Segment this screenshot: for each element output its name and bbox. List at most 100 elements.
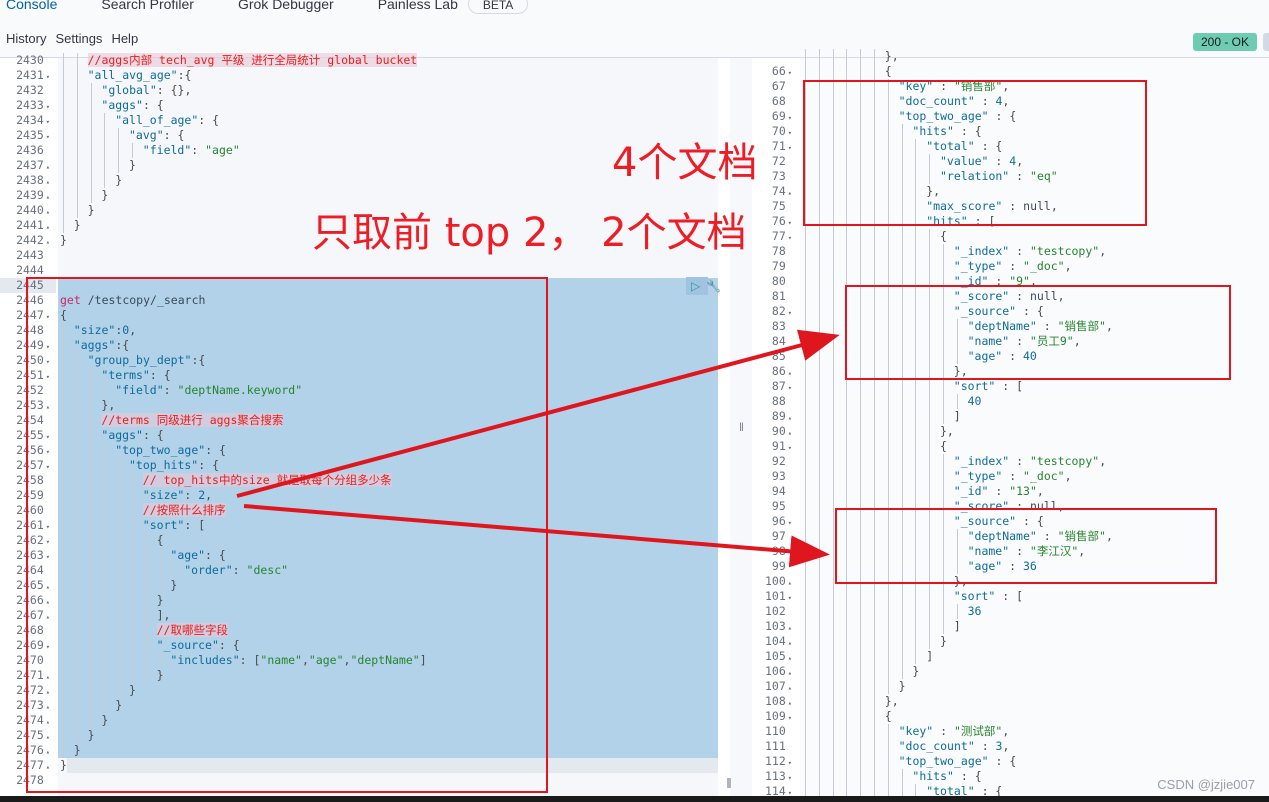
line-number[interactable]: 2441 ▴ — [0, 218, 56, 233]
line-number[interactable]: 69 ▾ — [752, 109, 798, 124]
line-number[interactable]: 89 ▴ — [752, 409, 798, 424]
line-number[interactable]: 2434 ▾ — [0, 113, 56, 128]
indent-guide — [818, 589, 820, 604]
code-line: } — [912, 664, 920, 678]
code-line[interactable]: } — [101, 188, 108, 203]
send-request-button[interactable]: ▷ — [686, 277, 708, 295]
indent-guide — [887, 424, 889, 439]
line-number[interactable]: 76 ▾ — [752, 214, 798, 229]
indent-guide — [901, 454, 903, 469]
code-line[interactable]: } — [115, 173, 122, 188]
indent-guide — [76, 68, 78, 83]
indent-guide — [818, 574, 820, 589]
help-menu[interactable]: Help — [111, 31, 138, 46]
indent-guide — [805, 514, 806, 529]
line-number[interactable]: 105 ▴ — [752, 649, 798, 664]
indent-guide — [874, 424, 875, 439]
code-line[interactable]: "field": "age" — [143, 143, 240, 158]
watermark: CSDN @jzjie007 — [1157, 777, 1255, 792]
tab-console[interactable]: Console — [0, 0, 72, 22]
indent-guide — [887, 619, 889, 634]
indent-guide — [805, 49, 806, 64]
line-number[interactable]: 112 ▾ — [752, 754, 798, 769]
indent-guide — [805, 724, 806, 739]
line-number[interactable]: 100 ▴ — [752, 574, 798, 589]
tab-search-profiler[interactable]: Search Profiler — [101, 0, 194, 12]
indent-guide — [929, 409, 931, 424]
indent-guide — [832, 64, 834, 79]
line-number[interactable]: 2431 ▾ — [0, 68, 56, 83]
line-number: 98▾ — [771, 544, 786, 558]
indent-guide — [901, 244, 903, 259]
indent-guide — [818, 334, 820, 349]
code-line[interactable]: } — [129, 158, 136, 173]
code-line[interactable]: "all_avg_age":{ — [88, 68, 192, 83]
request-scrollbar[interactable] — [727, 778, 731, 788]
indent-guide — [860, 709, 862, 724]
line-number[interactable]: 87 ▾ — [752, 379, 798, 394]
indent-guide — [901, 424, 903, 439]
tab-grok-debugger[interactable]: Grok Debugger — [238, 0, 334, 12]
line-number[interactable]: 108 ▴ — [752, 694, 798, 709]
indent-guide — [818, 649, 820, 664]
line-number[interactable]: 96 ▾ — [752, 514, 798, 529]
indent-guide — [63, 158, 64, 173]
indent-guide — [818, 724, 820, 739]
line-number[interactable]: 86 ▴ — [752, 364, 798, 379]
line-number[interactable]: 113 ▾ — [752, 769, 798, 784]
line-number[interactable]: 2439 ▴ — [0, 188, 56, 203]
indent-guide — [874, 409, 875, 424]
line-number[interactable]: 101 ▾ — [752, 589, 798, 604]
line-number[interactable]: 109 ▾ — [752, 709, 798, 724]
indent-guide — [818, 499, 820, 514]
line-number[interactable]: 2438 ▴ — [0, 173, 56, 188]
line-number[interactable]: 2440 ▴ — [0, 203, 56, 218]
code-line[interactable]: "aggs": { — [101, 98, 163, 113]
code-line[interactable]: "global": {}, — [101, 83, 191, 98]
indent-guide — [929, 424, 931, 439]
indent-guide — [943, 469, 944, 484]
indent-guide — [63, 83, 64, 98]
line-number[interactable]: 103 ▴ — [752, 619, 798, 634]
line-number[interactable]: 66 ▾ — [752, 64, 798, 79]
code-line[interactable]: "avg": { — [129, 128, 184, 143]
tab-painless-lab[interactable]: Painless Lab — [378, 0, 458, 12]
indent-guide — [860, 64, 862, 79]
indent-guide — [874, 49, 875, 64]
wrench-icon[interactable]: 🔧 — [706, 279, 721, 293]
indent-guide — [860, 379, 862, 394]
history-menu[interactable]: History — [6, 31, 46, 46]
pane-resize-handle[interactable]: ‖ — [739, 420, 744, 434]
line-number[interactable]: 2433 ▾ — [0, 98, 56, 113]
code-line[interactable]: } — [88, 203, 95, 218]
code-line[interactable]: } — [74, 218, 81, 233]
indent-guide — [90, 173, 92, 188]
indent-guide — [887, 244, 889, 259]
line-number[interactable]: 74 ▴ — [752, 184, 798, 199]
code-line[interactable]: } — [60, 233, 67, 248]
indent-guide — [915, 469, 917, 484]
line-number[interactable]: 2435 ▾ — [0, 128, 56, 143]
line-number[interactable]: 77 ▾ — [752, 229, 798, 244]
indent-guide — [860, 739, 862, 754]
line-number[interactable]: 106 ▴ — [752, 664, 798, 679]
indent-guide — [915, 649, 917, 664]
line-number[interactable]: 2437 ▴ — [0, 158, 56, 173]
line-number[interactable]: 2442 ▴ — [0, 233, 56, 248]
line-number: 88▾ — [771, 394, 786, 408]
line-number[interactable]: 104 ▴ — [752, 634, 798, 649]
line-number[interactable]: 70 ▾ — [752, 124, 798, 139]
line-number[interactable]: 82 ▾ — [752, 304, 798, 319]
line-number[interactable]: 90 ▴ — [752, 424, 798, 439]
line-number[interactable]: 71 ▾ — [752, 139, 798, 154]
indent-guide — [846, 679, 848, 694]
settings-menu[interactable]: Settings — [55, 31, 102, 46]
line-number[interactable]: 91 ▾ — [752, 439, 798, 454]
indent-guide — [943, 589, 944, 604]
line-number[interactable]: 107 ▴ — [752, 679, 798, 694]
indent-guide — [832, 619, 834, 634]
code-line[interactable]: "all_of_age": { — [115, 113, 219, 128]
indent-guide — [860, 484, 862, 499]
code-line[interactable]: //aggs内部 tech_avg 平级 进行全局统计 global bucke… — [87, 53, 418, 68]
indent-guide — [63, 128, 64, 143]
